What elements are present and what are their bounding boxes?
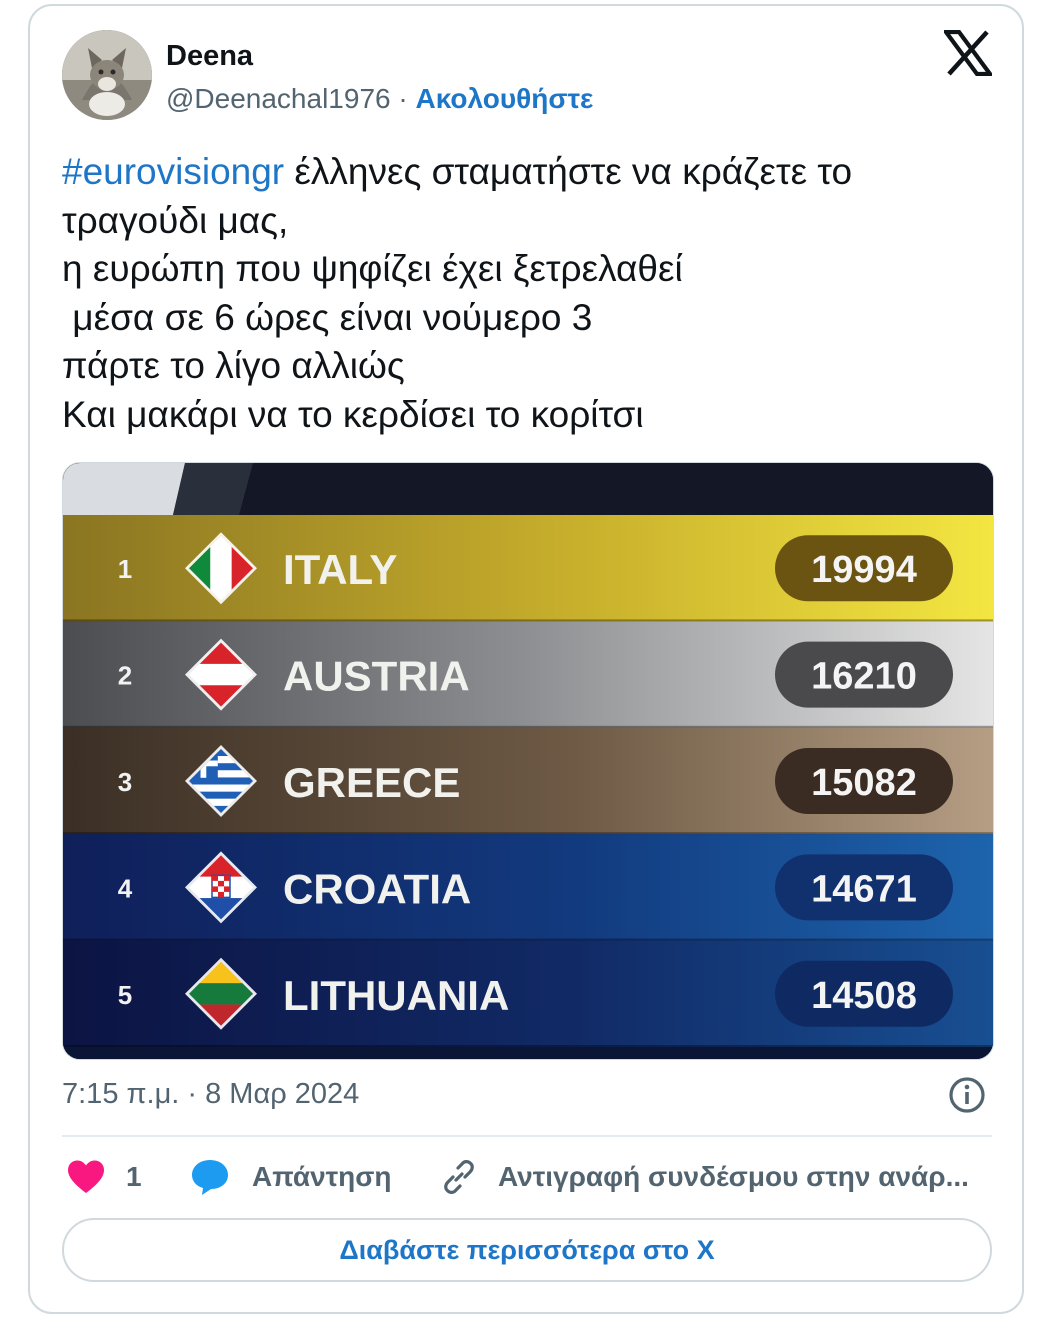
country-name: GREECE [283, 759, 460, 806]
row-separator [63, 1045, 993, 1047]
score-badge: 15082 [775, 748, 953, 814]
rank-number: 4 [118, 873, 133, 903]
handle-separator: · [398, 83, 408, 114]
tweet-text-line1: έλληνες σταματήστε να κράζετε το [284, 151, 853, 192]
info-icon[interactable] [948, 1076, 986, 1114]
row-separator [63, 619, 993, 622]
rank-number: 3 [118, 767, 132, 797]
score-value: 14508 [811, 975, 917, 1017]
ranking-row: 2 AUSTRIA 16210 [63, 621, 993, 728]
country-name: CROATIA [283, 865, 471, 912]
country-name: ITALY [283, 546, 397, 593]
ranking-row: 3 GREECE 15082 [63, 727, 993, 835]
country-name: LITHUANIA [283, 972, 509, 1019]
reply-bubble-icon [192, 1160, 228, 1195]
avatar[interactable] [62, 30, 152, 120]
rank-number: 5 [118, 980, 132, 1010]
reply-button[interactable]: Απάντηση [190, 1152, 392, 1202]
tweet-timestamp[interactable]: 7:15 π.μ. · 8 Μαρ 2024 [62, 1078, 359, 1111]
hashtag-link[interactable]: #eurovisiongr [62, 151, 284, 192]
tweet-text-rest: τραγούδι μας, η ευρώπη που ψηφίζει έχει … [62, 199, 683, 435]
score-badge: 14671 [775, 854, 953, 921]
follow-button[interactable]: Ακολουθήστε [415, 83, 593, 114]
score-value: 15082 [811, 762, 917, 804]
score-value: 14671 [811, 868, 917, 910]
score-badge: 16210 [775, 641, 953, 708]
row-separator [63, 832, 993, 835]
x-logo-icon[interactable] [941, 29, 995, 77]
ranking-row: 4 CROATIA 14671 [63, 834, 993, 941]
link-icon [444, 1160, 474, 1194]
like-count: 1 [126, 1161, 142, 1192]
tweet-text: #eurovisiongr έλληνες σταματήστε να κράζ… [62, 148, 852, 439]
score-badge: 14508 [775, 960, 953, 1027]
score-value: 16210 [811, 656, 917, 698]
read-more-button[interactable]: Διαβάστε περισσότερα στο X [62, 1218, 992, 1282]
ranking-row: 5 LITHUANIA 14508 [63, 940, 993, 1047]
ranking-row: 1 ITALY 19994 [63, 515, 993, 622]
heart-icon [68, 1160, 104, 1193]
divider [62, 1135, 992, 1137]
reply-label: Απάντηση [252, 1161, 392, 1192]
ranking-board: 1 ITALY 19994 2 AUSTRIA 16210 3 GREECE 15082 4 CRO… [63, 463, 993, 1059]
author-handle[interactable]: @Deenachal1976 [166, 83, 391, 114]
rank-number: 2 [118, 661, 132, 691]
country-name: AUSTRIA [283, 653, 470, 700]
copy-link-label: Αντιγραφή συνδέσμου στην ανάρ... [498, 1161, 969, 1192]
rank-number: 1 [118, 554, 132, 584]
score-badge: 19994 [775, 535, 953, 602]
author-name[interactable]: Deena [166, 40, 253, 73]
score-value: 19994 [811, 549, 917, 591]
copy-link-button[interactable]: Αντιγραφή συνδέσμου στην ανάρ... [440, 1152, 969, 1202]
tweet-image[interactable]: 1 ITALY 19994 2 AUSTRIA 16210 3 GREECE 15082 4 CRO… [62, 462, 994, 1060]
row-separator [63, 725, 993, 728]
row-separator [63, 938, 993, 941]
action-bar: 1 Απάντηση Αντιγραφή συνδέσμου στην ανάρ… [62, 1152, 992, 1202]
like-button[interactable]: 1 [66, 1152, 142, 1202]
handle-row: @Deenachal1976 · Ακολουθήστε [166, 83, 593, 115]
